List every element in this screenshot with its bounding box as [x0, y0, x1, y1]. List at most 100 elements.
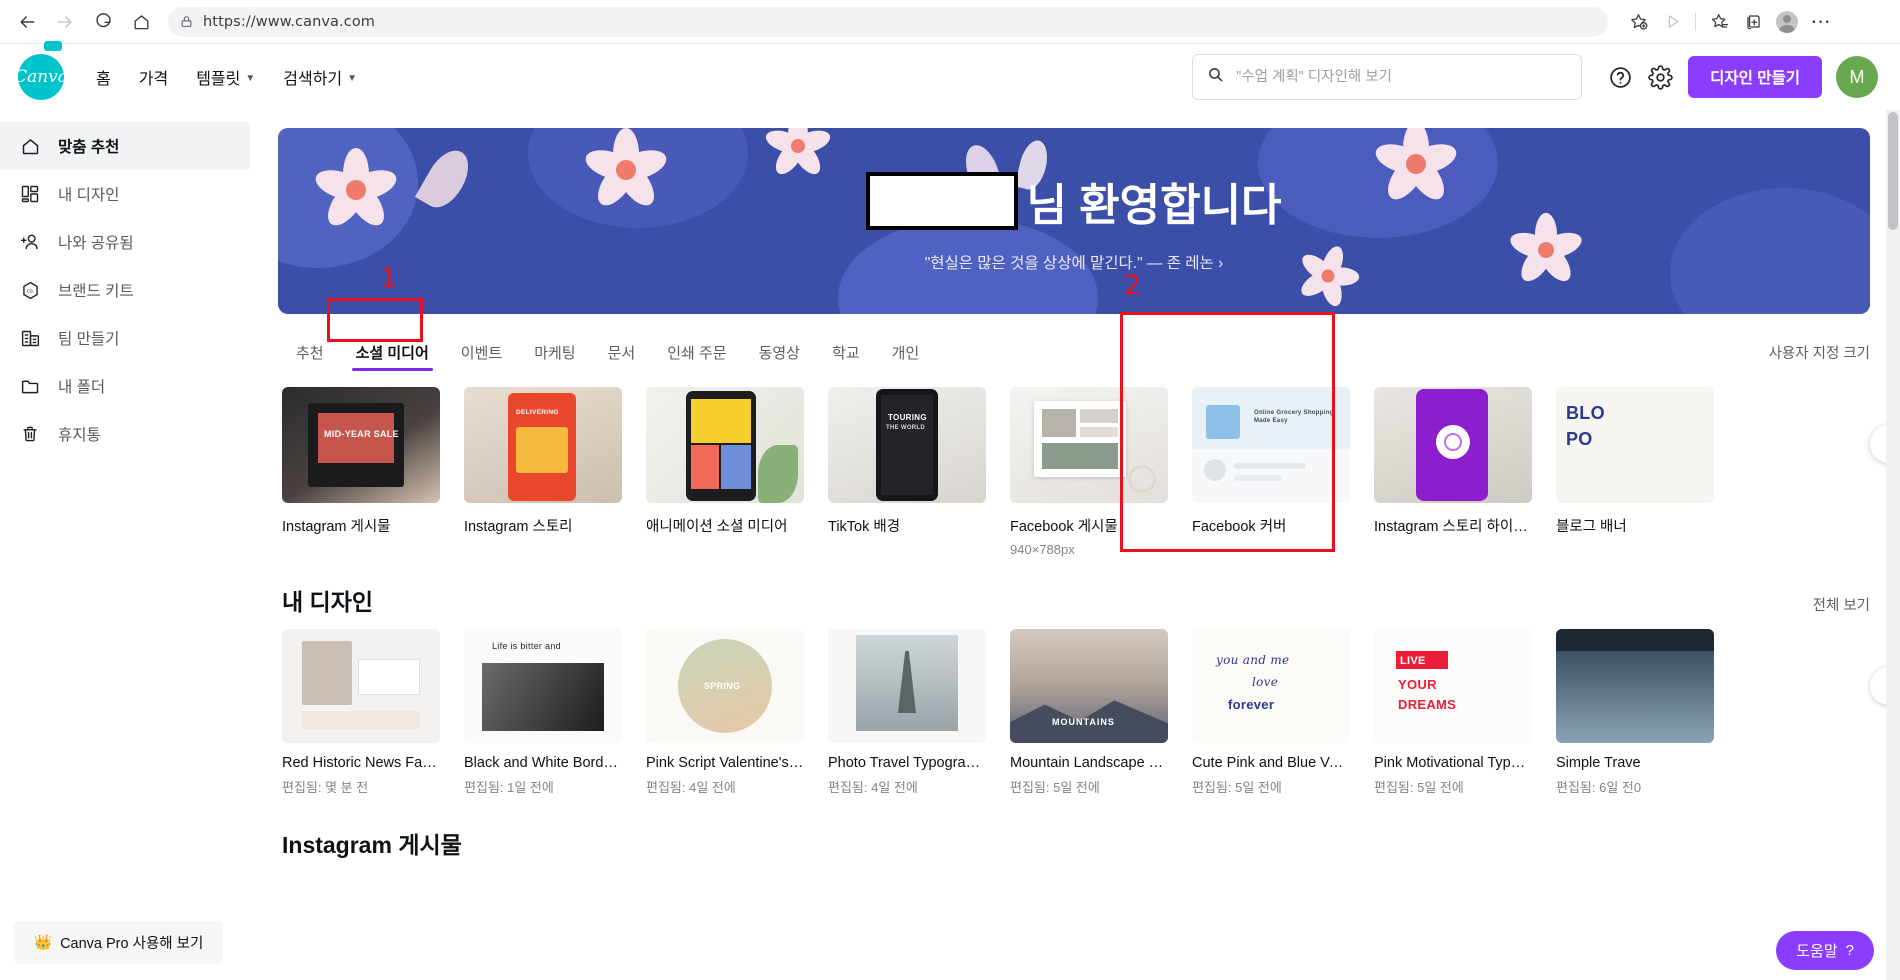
nav-item-templates[interactable]: 템플릿 ▼	[196, 65, 255, 89]
template-card[interactable]: Online Grocery Shopping Made Easy Facebo…	[1192, 387, 1350, 557]
nav-item-discover[interactable]: 검색하기 ▼	[283, 65, 357, 89]
design-edited-time: 편집됨: 5일 전에	[1010, 780, 1100, 795]
page-scrollbar-track[interactable]	[1886, 110, 1900, 980]
design-label: Photo Travel Typography T...	[828, 755, 986, 771]
try-canva-pro-button[interactable]: 👑 Canva Pro 사용해 보기	[14, 921, 224, 964]
sidebar-item-recommended[interactable]: 맞춤 추천	[0, 122, 250, 170]
sidebar-item-my-designs[interactable]: 내 디자인	[0, 170, 250, 218]
browser-profile-avatar[interactable]	[1771, 6, 1803, 38]
folder-icon	[18, 376, 42, 397]
thumb-caption: love	[1252, 675, 1279, 689]
template-card-facebook-post[interactable]: Facebook 게시물 940×788px	[1010, 387, 1168, 557]
toolbar-divider	[1695, 12, 1696, 31]
design-card[interactable]: you and me love forever Cute Pink and Bl…	[1192, 629, 1350, 796]
back-arrow-icon[interactable]	[10, 5, 44, 39]
tab-education[interactable]: 학교	[816, 336, 876, 377]
design-card[interactable]: Photo Travel Typography T... 편집됨: 4일 전에	[828, 629, 986, 796]
design-label: Simple Trave	[1556, 755, 1641, 771]
design-label: Pink Motivational Typogra...	[1374, 755, 1532, 771]
home-icon[interactable]	[124, 5, 158, 39]
design-thumbnail: LIVE YOUR DREAMS	[1374, 629, 1532, 743]
design-card[interactable]: Red Historic News Facebo... 편집됨: 몇 분 전	[282, 629, 440, 796]
brand-hex-icon: co.	[18, 280, 42, 301]
template-thumbnail	[1374, 387, 1532, 503]
more-options-icon[interactable]: ⋯	[1805, 6, 1837, 38]
tab-recommended[interactable]: 추천	[280, 336, 340, 377]
tab-label: 마케팅	[534, 345, 576, 362]
nav-item-label: 템플릿	[196, 71, 241, 88]
redacted-username	[866, 172, 1019, 230]
question-mark-icon: ?	[1845, 942, 1854, 959]
page-scrollbar-thumb[interactable]	[1888, 112, 1898, 230]
canva-logo[interactable]: Canva	[14, 54, 68, 100]
thumb-caption: BLO	[1566, 403, 1605, 423]
home-icon	[18, 136, 42, 157]
design-card[interactable]: Life is bitter and Black and White Borde…	[464, 629, 622, 796]
gear-icon[interactable]	[1640, 57, 1680, 97]
tab-label: 인쇄 주문	[667, 345, 727, 362]
quote-text[interactable]: "현실은 많은 것을 상상에 맡긴다." — 존 레논 ›	[866, 251, 1281, 273]
template-label: Instagram 게시물	[282, 519, 391, 535]
question-circle-icon[interactable]	[1600, 57, 1640, 97]
template-card[interactable]: 애니메이션 소셜 미디어	[646, 387, 804, 557]
sidebar-item-shared-with-me[interactable]: 나와 공유됨	[0, 218, 250, 266]
play-icon[interactable]	[1656, 6, 1688, 38]
design-card[interactable]: MOUNTAINS Mountain Landscape Phot... 편집됨…	[1010, 629, 1168, 796]
design-label: Black and White Bordered ...	[464, 755, 622, 771]
design-label: Pink Script Valentine's Day...	[646, 755, 804, 771]
nav-item-home[interactable]: 홈	[96, 65, 111, 89]
design-card[interactable]: Simple Trave 편집됨: 6일 전0	[1556, 629, 1714, 796]
tab-documents[interactable]: 문서	[592, 336, 652, 377]
design-edited-time: 편집됨: 1일 전에	[464, 780, 554, 795]
view-all-link[interactable]: 전체 보기	[1813, 594, 1870, 615]
template-card[interactable]: DELIVERING Instagram 스토리	[464, 387, 622, 557]
collections-icon[interactable]	[1737, 6, 1769, 38]
search-input[interactable]	[1236, 69, 1568, 85]
design-edited-time: 편집됨: 4일 전에	[646, 780, 736, 795]
template-card[interactable]: MID-YEAR SALE Instagram 게시물	[282, 387, 440, 557]
banner-content: 님 환영합니다 "현실은 많은 것을 상상에 맡긴다." — 존 레논 ›	[866, 169, 1282, 273]
design-card[interactable]: LIVE YOUR DREAMS Pink Motivational Typog…	[1374, 629, 1532, 796]
tab-marketing[interactable]: 마케팅	[518, 336, 591, 377]
tab-label: 동영상	[758, 345, 800, 362]
tab-social-media[interactable]: 소셜 미디어	[340, 336, 445, 377]
category-tabs: 추천 소셜 미디어 이벤트 마케팅 문서 인쇄 주문 동영상 학교 개인 사용자…	[280, 336, 1870, 377]
tab-personal[interactable]: 개인	[876, 336, 936, 377]
reload-icon[interactable]	[86, 5, 120, 39]
lock-icon	[180, 15, 193, 28]
tab-events[interactable]: 이벤트	[445, 336, 518, 377]
nav-item-pricing[interactable]: 가격	[139, 65, 168, 89]
create-design-button[interactable]: 디자인 만들기	[1688, 56, 1822, 98]
template-card[interactable]: TOURING THE WORLD TikTok 배경	[828, 387, 986, 557]
sidebar-item-create-team[interactable]: 팀 만들기	[0, 314, 250, 362]
search-box[interactable]	[1192, 54, 1583, 100]
sidebar-item-trash[interactable]: 휴지통	[0, 410, 250, 458]
try-canva-pro-label: Canva Pro 사용해 보기	[60, 936, 204, 952]
sidebar-item-my-folder[interactable]: 내 폴더	[0, 362, 250, 410]
instagram-section-title: Instagram 게시물	[282, 832, 462, 858]
my-designs-card-row: Red Historic News Facebo... 편집됨: 몇 분 전 L…	[282, 629, 1900, 796]
user-avatar[interactable]: M	[1836, 56, 1878, 98]
main-nav: 홈 가격 템플릿 ▼ 검색하기 ▼	[96, 65, 357, 89]
template-card[interactable]: Instagram 스토리 하이라이...	[1374, 387, 1532, 557]
welcome-banner: 님 환영합니다 "현실은 많은 것을 상상에 맡긴다." — 존 레논 ›	[278, 128, 1870, 314]
design-card[interactable]: SPRING Pink Script Valentine's Day... 편집…	[646, 629, 804, 796]
favorites-list-icon[interactable]	[1703, 6, 1735, 38]
browser-actions: ⋯	[1622, 6, 1841, 38]
tab-label: 소셜 미디어	[355, 345, 429, 362]
sidebar-item-brand-kit[interactable]: co. 브랜드 키트	[0, 266, 250, 314]
address-bar[interactable]: https://www.canva.com	[168, 6, 1608, 37]
template-card[interactable]: BLO PO 블로그 배너	[1556, 387, 1714, 557]
help-button[interactable]: 도움말 ?	[1776, 931, 1874, 970]
template-thumbnail: TOURING THE WORLD	[828, 387, 986, 503]
template-label: Facebook 커버	[1192, 519, 1287, 535]
search-icon	[1207, 66, 1224, 88]
thumb-caption: DELIVERING	[516, 409, 559, 416]
tab-print-orders[interactable]: 인쇄 주문	[651, 336, 742, 377]
thumb-caption: TOURING	[888, 413, 927, 422]
custom-size-link[interactable]: 사용자 지정 크기	[1769, 342, 1870, 377]
building-icon	[18, 328, 42, 349]
tab-video[interactable]: 동영상	[743, 336, 816, 377]
add-favorite-icon[interactable]	[1622, 6, 1654, 38]
sidebar-item-label: 나와 공유됨	[58, 235, 134, 252]
